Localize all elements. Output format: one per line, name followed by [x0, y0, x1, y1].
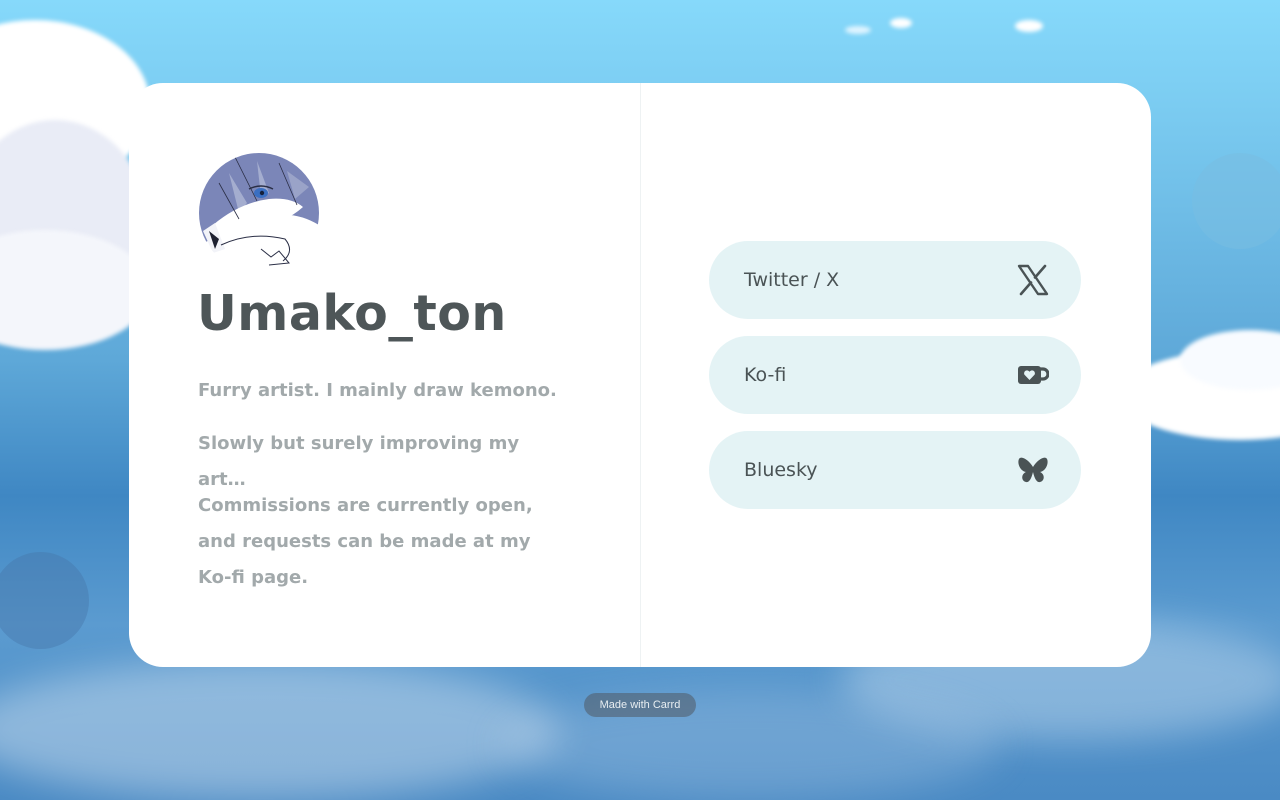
avatar	[199, 153, 319, 273]
x-logo-icon	[1017, 264, 1049, 296]
kofi-link-button[interactable]: Ko-fi	[709, 336, 1081, 414]
bio-line-3: Commissions are currently open, and requ…	[198, 495, 533, 588]
bluesky-link-label: Bluesky	[744, 459, 818, 481]
kofi-cup-icon	[1017, 359, 1050, 391]
made-with-carrd-link[interactable]: Made with Carrd	[584, 693, 696, 717]
profile-name: Umako_ton	[197, 285, 507, 342]
twitter-link-button[interactable]: Twitter / X	[709, 241, 1081, 319]
kofi-link-label: Ko-fi	[744, 364, 787, 386]
bluesky-butterfly-icon	[1017, 454, 1049, 486]
profile-card: Umako_ton Furry artist. I mainly draw ke…	[129, 83, 1151, 667]
bluesky-link-button[interactable]: Bluesky	[709, 431, 1081, 509]
bio-line-1: Furry artist. I mainly draw kemono.	[198, 380, 557, 401]
twitter-link-label: Twitter / X	[744, 269, 840, 291]
wolf-avatar-illustration	[199, 153, 319, 273]
column-divider	[640, 83, 641, 667]
